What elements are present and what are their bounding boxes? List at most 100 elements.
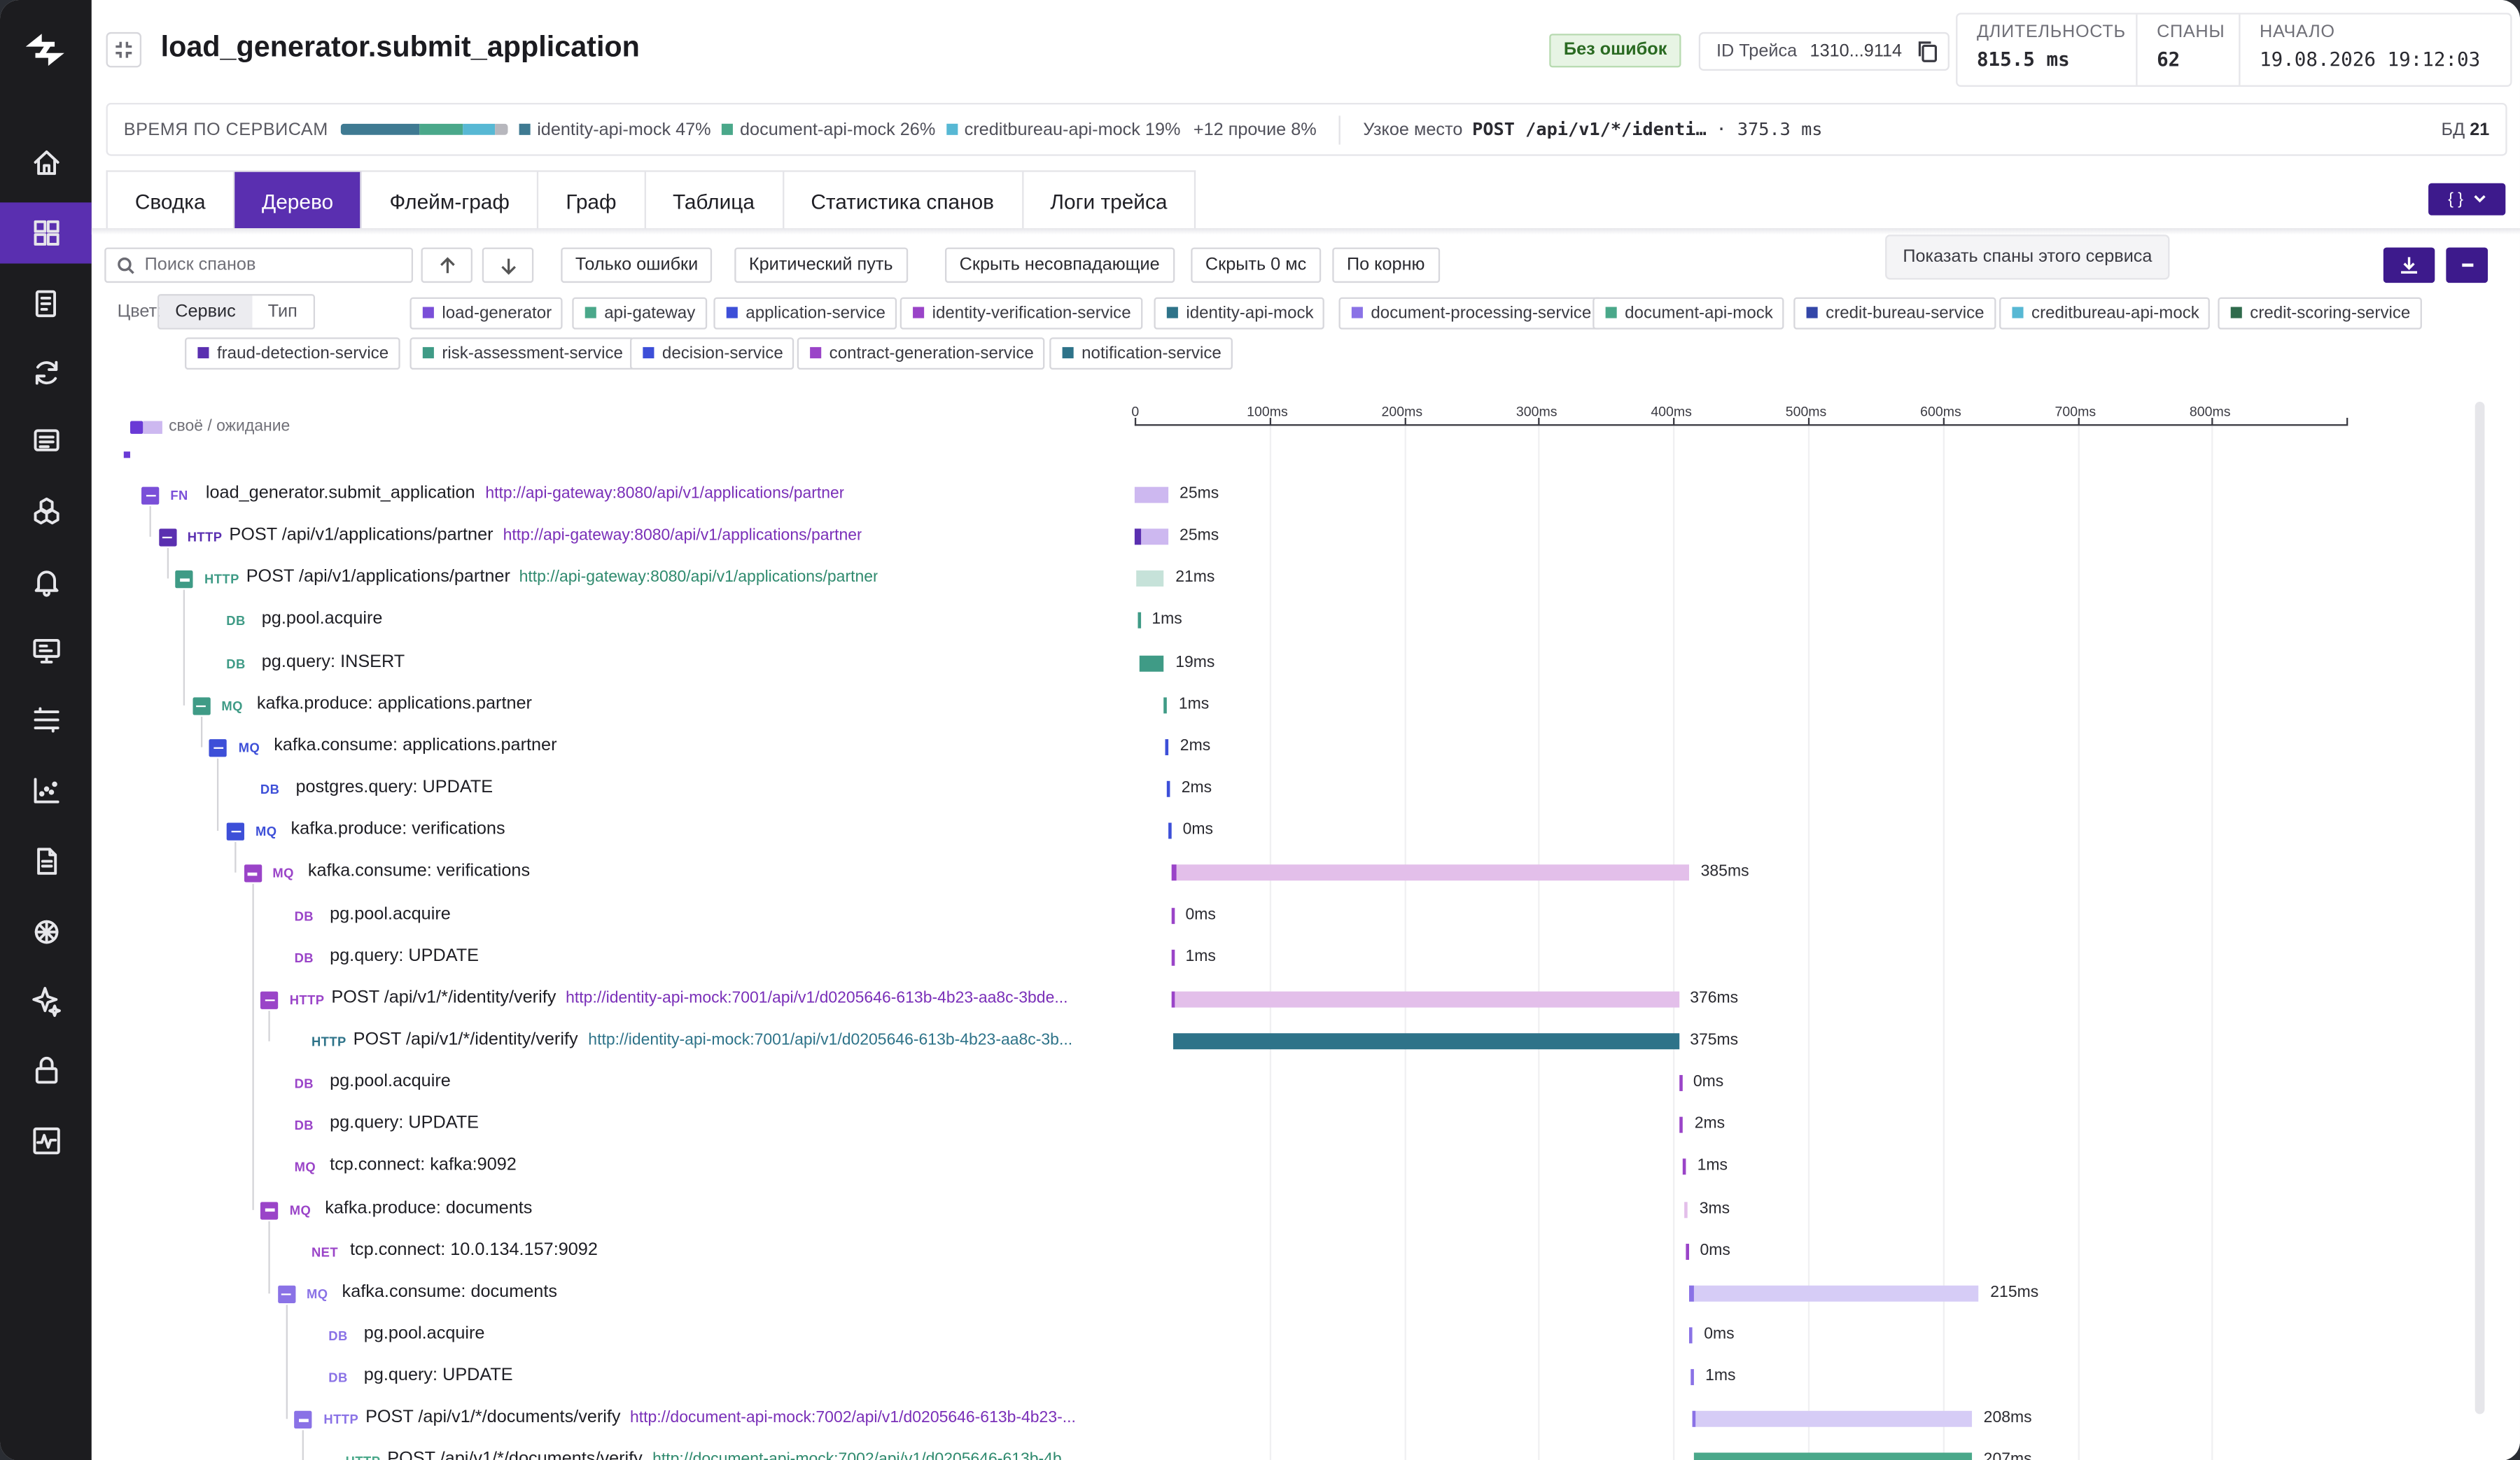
sidebar-item-lock[interactable] — [0, 1039, 92, 1100]
span-bar[interactable] — [1682, 1159, 1686, 1176]
service-time-more[interactable]: +12 прочие 8% — [1194, 120, 1317, 139]
span-row[interactable]: DB pg.query: UPDATE 1ms — [92, 1356, 2520, 1398]
code-view-button[interactable]: { } — [2428, 183, 2506, 216]
span-bar[interactable] — [1693, 1453, 1973, 1460]
span-bar[interactable] — [1134, 486, 1168, 503]
span-bar[interactable] — [1138, 654, 1165, 671]
service-filter-chip[interactable]: api-gateway — [572, 297, 707, 330]
service-filter-chip[interactable]: document-processing-service — [1338, 297, 1603, 330]
collapse-toggle-icon[interactable] — [192, 696, 211, 715]
span-row[interactable]: HTTP POST /api/v1/*/documents/verify http:… — [92, 1398, 2520, 1440]
span-url[interactable]: http://document-api-mock:7002/api/v1/d02… — [652, 1452, 1075, 1460]
span-bar[interactable] — [1167, 780, 1170, 797]
tab-0[interactable]: Сводка — [108, 171, 234, 230]
collapse-toggle-icon[interactable] — [141, 486, 160, 505]
span-bar[interactable] — [1164, 696, 1168, 713]
span-row[interactable]: FN load_generator.submit_application http:… — [92, 474, 2520, 516]
service-filter-chip[interactable]: notification-service — [1049, 337, 1233, 370]
service-filter-chip[interactable]: load-generator — [410, 297, 564, 330]
scrollbar[interactable] — [2474, 401, 2485, 1415]
span-url[interactable]: http://api-gateway:8080/api/v1/applicati… — [519, 569, 878, 587]
sidebar-item-list[interactable] — [0, 409, 92, 470]
service-filter-chip[interactable]: identity-api-mock — [1154, 297, 1325, 330]
collapse-icon[interactable] — [106, 31, 142, 68]
span-row[interactable]: DB pg.pool.acquire 0ms — [92, 894, 2520, 936]
collapse-all-button[interactable] — [2446, 247, 2488, 283]
span-bar[interactable] — [1172, 991, 1679, 1008]
span-row[interactable]: DB postgres.query: UPDATE 2ms — [92, 768, 2520, 810]
copy-icon[interactable] — [1918, 40, 1939, 62]
bottleneck-value[interactable]: POST /api/v1/*/identi… — [1472, 119, 1707, 140]
span-row[interactable]: DB pg.pool.acquire 1ms — [92, 600, 2520, 642]
color-mode-option[interactable]: Сервис — [159, 295, 252, 328]
span-row[interactable]: DB pg.pool.acquire 0ms — [92, 1314, 2520, 1356]
sidebar-item-document[interactable] — [0, 831, 92, 892]
sidebar-item-layers[interactable] — [0, 689, 92, 750]
span-bar[interactable] — [1685, 1243, 1689, 1260]
span-bar[interactable] — [1679, 1075, 1682, 1092]
span-row[interactable]: MQ kafka.produce: applications.partner 1ms — [92, 684, 2520, 726]
tab-5[interactable]: Статистика спанов — [783, 171, 1023, 230]
span-bar[interactable] — [1170, 864, 1690, 881]
span-url[interactable]: http://api-gateway:8080/api/v1/applicati… — [503, 527, 862, 545]
logo-icon[interactable] — [22, 29, 67, 71]
service-filter-chip[interactable]: credit-scoring-service — [2218, 297, 2422, 330]
span-url[interactable]: http://api-gateway:8080/api/v1/applicati… — [485, 485, 844, 503]
span-row[interactable]: HTTP POST /api/v1/*/documents/verify http:… — [92, 1440, 2520, 1460]
span-bar[interactable] — [1168, 822, 1172, 839]
sidebar-item-hexagons[interactable] — [0, 480, 92, 541]
span-row[interactable]: HTTP POST /api/v1/applications/partner htt… — [92, 558, 2520, 600]
collapse-toggle-icon[interactable] — [277, 1285, 295, 1303]
collapse-toggle-icon[interactable] — [209, 738, 227, 757]
tab-6[interactable]: Логи трейса — [1023, 172, 1194, 230]
sidebar-item-activity[interactable] — [0, 1110, 92, 1171]
only-errors-button[interactable]: Только ошибки — [561, 247, 713, 283]
sidebar-item-network[interactable] — [0, 901, 92, 962]
span-row[interactable]: MQ kafka.produce: verifications 0ms — [92, 810, 2520, 852]
span-bar[interactable] — [1134, 528, 1168, 545]
span-row[interactable]: DB pg.query: UPDATE 1ms — [92, 936, 2520, 978]
service-filter-chip[interactable]: risk-assessment-service — [410, 337, 634, 370]
tab-4[interactable]: Таблица — [645, 171, 784, 230]
hide-mismatch-button[interactable]: Скрыть несовпадающие — [944, 247, 1175, 283]
sidebar-item-dashboard-grid[interactable] — [0, 202, 92, 264]
collapse-toggle-icon[interactable] — [244, 864, 262, 883]
span-bar[interactable] — [1690, 1369, 1695, 1386]
collapse-toggle-icon[interactable] — [260, 991, 279, 1009]
collapse-toggle-icon[interactable] — [226, 822, 244, 841]
prev-match-button[interactable] — [421, 247, 472, 283]
span-bar[interactable] — [1689, 1327, 1693, 1344]
service-filter-chip[interactable]: decision-service — [629, 337, 794, 370]
span-row[interactable]: MQ kafka.consume: applications.partner 2ms — [92, 726, 2520, 768]
collapse-toggle-icon[interactable] — [158, 528, 176, 547]
collapse-toggle-icon[interactable] — [295, 1411, 313, 1429]
sidebar-item-logs[interactable] — [0, 273, 92, 334]
span-row[interactable]: MQ kafka.produce: documents 3ms — [92, 1188, 2520, 1230]
sidebar-item-sync[interactable] — [0, 342, 92, 403]
critical-path-button[interactable]: Критический путь — [734, 247, 908, 283]
search-input[interactable] — [144, 252, 402, 279]
span-bar[interactable] — [1680, 1117, 1684, 1134]
service-filter-chip[interactable]: creditbureau-api-mock — [1999, 297, 2211, 330]
sidebar-item-home[interactable] — [0, 132, 92, 192]
span-url[interactable]: http://identity-api-mock:7001/api/v1/d02… — [566, 990, 1068, 1007]
sidebar-item-bell[interactable] — [0, 551, 92, 612]
span-row[interactable]: NET tcp.connect: 10.0.134.157:9092 0ms — [92, 1230, 2520, 1272]
span-row[interactable]: MQ kafka.consume: verifications 385ms — [92, 852, 2520, 894]
span-bar[interactable] — [1692, 1411, 1973, 1428]
span-bar[interactable] — [1689, 1285, 1980, 1302]
tab-2[interactable]: Флейм-граф — [362, 171, 539, 230]
span-bar[interactable] — [1684, 1201, 1688, 1218]
tab-1[interactable]: Дерево — [234, 171, 363, 230]
span-url[interactable]: http://identity-api-mock:7001/api/v1/d02… — [588, 1032, 1072, 1049]
service-filter-chip[interactable]: identity-verification-service — [899, 297, 1142, 330]
span-row[interactable]: DB pg.query: UPDATE 2ms — [92, 1104, 2520, 1146]
service-filter-chip[interactable]: application-service — [713, 297, 897, 330]
service-filter-chip[interactable]: contract-generation-service — [797, 337, 1045, 370]
span-bar[interactable] — [1170, 907, 1175, 923]
hide-zero-button[interactable]: Скрыть 0 мс — [1191, 247, 1321, 283]
span-row[interactable]: MQ kafka.consume: documents 215ms — [92, 1272, 2520, 1314]
download-button[interactable] — [2383, 247, 2435, 283]
span-row[interactable]: MQ tcp.connect: kafka:9092 1ms — [92, 1146, 2520, 1188]
by-root-button[interactable]: По корню — [1332, 247, 1440, 283]
